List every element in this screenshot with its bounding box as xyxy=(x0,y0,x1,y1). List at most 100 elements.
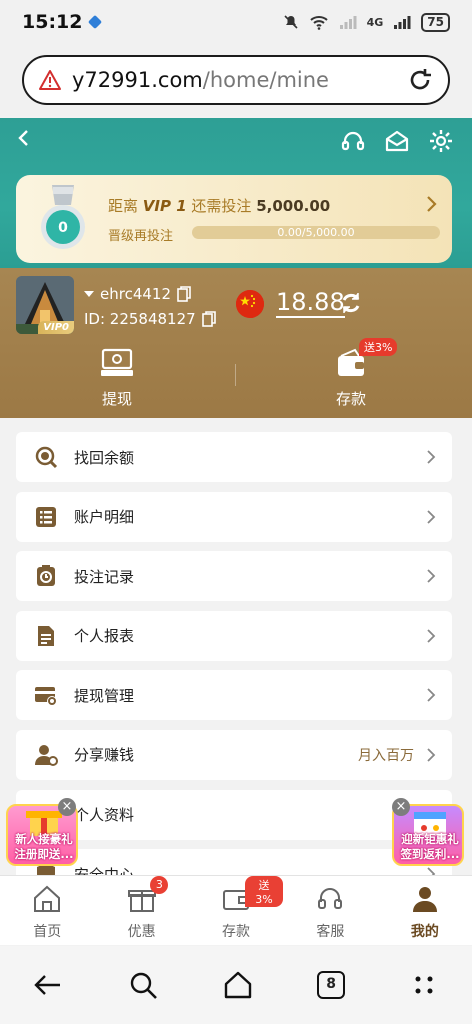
address-bar[interactable]: y72991.com/home/mine xyxy=(22,55,450,105)
caret-down-icon[interactable] xyxy=(84,290,94,298)
menu-label: 提现管理 xyxy=(74,686,135,705)
reload-icon[interactable] xyxy=(406,66,434,94)
vip-medal-icon: 0 xyxy=(41,185,85,249)
promo-subtitle: 签到返利... xyxy=(400,847,460,861)
profile-section: VIP0 ehrc4412 ID: 225848127 18.88 提现 存款 … xyxy=(0,268,472,418)
vip-requirement: 距离 VIP 1 还需投注 5,000.00 xyxy=(108,195,330,216)
tab-label: 优惠 xyxy=(127,924,156,940)
copy-icon[interactable] xyxy=(177,286,191,302)
tab-label: 客服 xyxy=(316,924,345,940)
headset-icon[interactable] xyxy=(340,128,366,154)
chevron-right-icon xyxy=(427,748,436,762)
home-icon[interactable] xyxy=(222,969,254,1001)
avatar[interactable]: VIP0 xyxy=(16,276,74,334)
user-id-row: ID: 225848127 xyxy=(84,310,216,328)
tab-deposit[interactable]: 存款 送3% xyxy=(189,876,284,945)
chevron-right-icon xyxy=(427,569,436,583)
vip-middle-text: 还需投注 xyxy=(191,197,252,215)
card-settings-icon xyxy=(35,687,57,707)
headset-icon xyxy=(318,888,343,909)
vip-progress-text: 0.00/5,000.00 xyxy=(277,226,355,239)
status-bar: 15:12 4G 75 xyxy=(0,0,472,44)
deposit-bonus-tag: 送3% xyxy=(244,876,284,907)
vip-progress-card[interactable]: 0 距离 VIP 1 还需投注 5,000.00 晋级再投注 0.00/5,00… xyxy=(16,175,452,263)
vip-prefix: 距离 xyxy=(108,197,139,215)
chevron-right-icon xyxy=(427,509,436,524)
menu-label: 个人资料 xyxy=(74,806,135,825)
chevron-right-icon xyxy=(427,450,436,464)
menu-label: 找回余额 xyxy=(74,448,135,467)
tab-label: 我的 xyxy=(410,924,439,940)
deposit-label: 存款 xyxy=(335,390,366,408)
tab-support[interactable]: 客服 xyxy=(283,876,377,945)
tab-promotions[interactable]: 优惠 3 xyxy=(94,876,188,945)
battery-indicator: 75 xyxy=(421,12,450,32)
more-dots-icon[interactable] xyxy=(408,969,440,1001)
mail-icon[interactable] xyxy=(384,128,410,154)
tab-label: 存款 xyxy=(222,924,251,940)
menu-item-share-earn[interactable]: 分享赚钱 月入百万 xyxy=(16,729,452,780)
avatar-vip-badge: VIP0 xyxy=(38,321,74,334)
back-arrow-icon[interactable] xyxy=(32,969,64,1001)
copy-id-icon[interactable] xyxy=(201,311,216,327)
app-notification-icon xyxy=(88,14,103,30)
vip-progress-bar: 0.00/5,000.00 xyxy=(192,226,440,239)
welcome-promo[interactable]: 迎新钜惠礼 签到返利... × xyxy=(392,796,468,868)
share-earn-slogan: 月入百万 xyxy=(358,747,414,764)
home-icon xyxy=(34,885,61,912)
vip-next-level: VIP 1 xyxy=(142,197,187,215)
promo-title: 新人接豪礼 xyxy=(15,832,73,846)
tab-mine[interactable]: 我的 xyxy=(378,876,472,945)
close-icon[interactable]: × xyxy=(392,798,410,816)
list-document-icon xyxy=(36,506,56,527)
chevron-right-icon xyxy=(427,688,436,703)
report-icon xyxy=(38,625,54,646)
status-icons: 4G 75 xyxy=(283,12,450,32)
back-icon[interactable] xyxy=(14,128,34,148)
settings-gear-icon[interactable] xyxy=(428,128,454,154)
promo-subtitle: 注册即送... xyxy=(14,847,74,861)
promotions-count-badge: 3 xyxy=(150,876,169,894)
withdraw-icon xyxy=(101,348,133,376)
tab-label: 首页 xyxy=(33,924,62,940)
action-divider xyxy=(235,364,236,386)
header-actions xyxy=(340,128,454,154)
china-flag-icon[interactable] xyxy=(236,290,264,318)
network-type: 4G xyxy=(366,15,384,29)
menu-label: 账户明细 xyxy=(74,508,135,527)
warning-icon[interactable] xyxy=(38,69,62,91)
promo-title: 迎新钜惠礼 xyxy=(401,832,459,846)
medal-level-text: 0 xyxy=(58,220,68,236)
timer-icon xyxy=(37,565,55,587)
mute-icon xyxy=(284,15,298,29)
new-user-promo[interactable]: 新人接豪礼 注册即送... × xyxy=(6,796,82,868)
menu-item-bet-records[interactable]: 投注记录 xyxy=(16,551,452,602)
username-row: ehrc4412 xyxy=(84,285,191,303)
balance-amount: 18.88 xyxy=(276,288,345,318)
menu-item-account-details[interactable]: 账户明细 xyxy=(16,491,452,542)
url-text[interactable]: y72991.com/home/mine xyxy=(72,68,329,92)
signal-icon-2 xyxy=(394,16,411,29)
chevron-right-icon[interactable] xyxy=(424,195,438,213)
withdraw-button[interactable]: 提现 xyxy=(57,348,177,409)
menu-item-withdraw-management[interactable]: 提现管理 xyxy=(16,670,452,721)
browser-toolbar: y72991.com/home/mine xyxy=(0,44,472,116)
vip-required-amount: 5,000.00 xyxy=(256,197,331,215)
menu-label: 投注记录 xyxy=(74,567,135,586)
upgrade-label: 晋级再投注 xyxy=(108,229,174,244)
close-icon[interactable]: × xyxy=(58,798,76,816)
deposit-button[interactable]: 存款 送3% xyxy=(291,338,411,409)
username: ehrc4412 xyxy=(100,285,171,303)
user-share-icon xyxy=(35,744,58,766)
tabs-count-button[interactable]: 8 xyxy=(317,971,346,999)
chevron-right-icon xyxy=(427,629,436,643)
url-domain: y72991.com xyxy=(72,68,203,92)
wifi-icon xyxy=(309,16,328,30)
refresh-balance-icon[interactable] xyxy=(338,290,364,316)
tab-home[interactable]: 首页 xyxy=(0,876,94,945)
signal-icon xyxy=(339,16,357,29)
menu-item-personal-report[interactable]: 个人报表 xyxy=(16,610,452,661)
search-icon[interactable] xyxy=(127,969,159,1001)
menu-item-recover-balance[interactable]: 找回余额 xyxy=(16,432,452,482)
url-path: /home/mine xyxy=(202,68,329,92)
